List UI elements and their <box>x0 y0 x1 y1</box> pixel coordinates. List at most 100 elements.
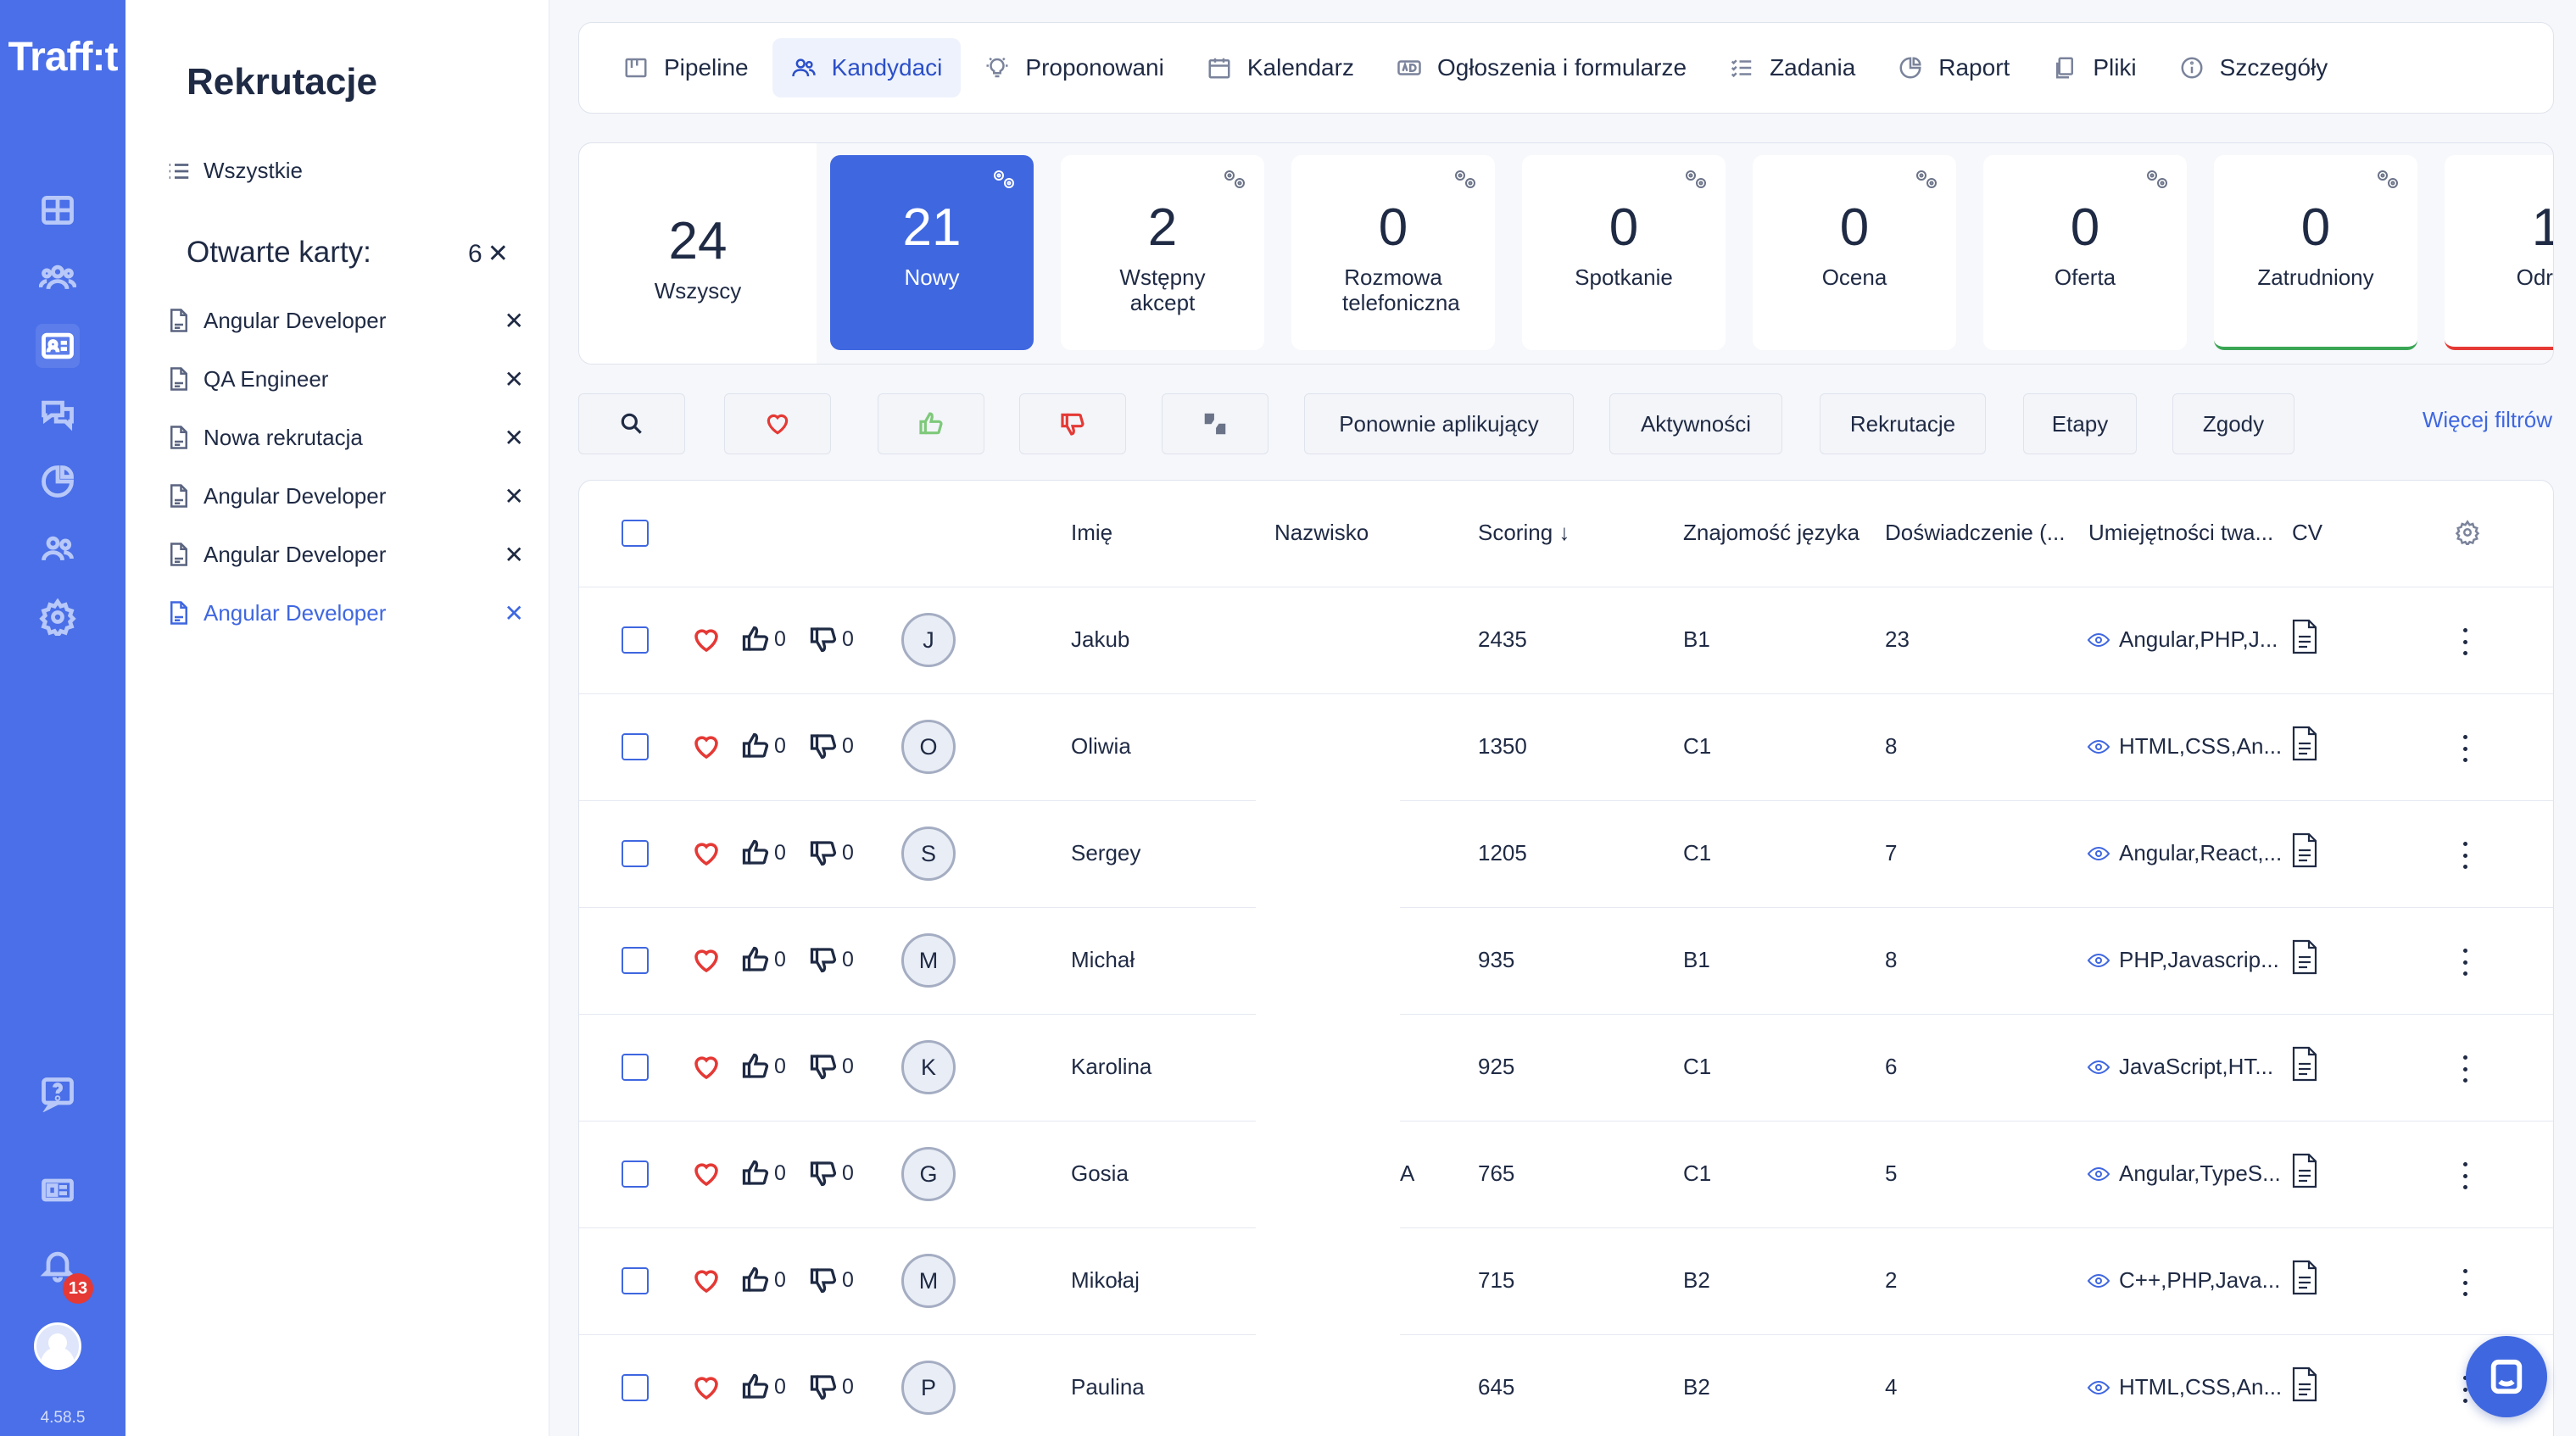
row-checkbox[interactable] <box>622 1374 649 1401</box>
tab-pipeline[interactable]: Pipeline <box>605 38 767 97</box>
table-row[interactable]: 0 0 O Oliwia 1350 C1 8 HTML,CSS,An... <box>579 694 2553 801</box>
table-row[interactable]: 0 0 K Karolina 925 C1 6 JavaScript,HT... <box>579 1015 2553 1122</box>
messages-icon[interactable] <box>36 392 80 436</box>
candidate-avatar[interactable]: O <box>901 720 956 774</box>
automation-gears-icon[interactable] <box>2373 167 2400 191</box>
help-icon[interactable] <box>36 1071 80 1116</box>
col-language[interactable]: Znajomość języka <box>1683 520 1860 546</box>
row-checkbox[interactable] <box>622 947 649 974</box>
automation-gears-icon[interactable] <box>2143 167 2170 191</box>
table-row[interactable]: 0 0 G Gosia A 765 C1 5 Angular,TypeS... <box>579 1122 2553 1228</box>
thumbs-up-button[interactable]: 0 <box>740 1050 786 1083</box>
table-row[interactable]: 0 0 J Jakub 2435 B1 23 Angular,PHP,J... <box>579 587 2553 694</box>
automation-gears-icon[interactable] <box>1912 167 1939 191</box>
thumbs-down-button[interactable]: 0 <box>808 1371 854 1403</box>
favorite-heart-icon[interactable] <box>691 945 722 976</box>
activities-filter-button[interactable]: Aktywności <box>1609 393 1782 454</box>
close-tab-icon[interactable]: ✕ <box>505 599 524 627</box>
reports-icon[interactable] <box>36 459 80 504</box>
thumbs-up-button[interactable]: 0 <box>740 837 786 869</box>
users-admin-icon[interactable] <box>36 527 80 571</box>
first-name-cell[interactable]: Gosia <box>1071 1160 1129 1187</box>
tab-lightbulb[interactable]: Proponowani <box>966 38 1182 97</box>
tab-users[interactable]: Kandydaci <box>772 38 962 97</box>
thumbs-up-filter-button[interactable] <box>878 393 984 454</box>
automation-gears-icon[interactable] <box>990 167 1017 191</box>
col-experience[interactable]: Doświadczenie (... <box>1885 520 2065 546</box>
table-row[interactable]: 0 0 P Paulina 645 B2 4 HTML,CSS,An... <box>579 1335 2553 1436</box>
chat-widget-button[interactable] <box>2466 1336 2547 1417</box>
favorite-heart-icon[interactable] <box>691 1052 722 1083</box>
cv-document-icon[interactable] <box>2290 1152 2319 1189</box>
automation-gears-icon[interactable] <box>1451 167 1478 191</box>
stage-card[interactable]: 0 Rozmowa telefoniczna <box>1291 155 1495 350</box>
row-checkbox[interactable] <box>622 1267 649 1294</box>
team-icon[interactable] <box>36 256 80 300</box>
thumbs-up-button[interactable]: 0 <box>740 1157 786 1189</box>
cv-document-icon[interactable] <box>2290 938 2319 976</box>
candidate-avatar[interactable]: M <box>901 933 956 988</box>
row-checkbox[interactable] <box>622 1054 649 1081</box>
row-actions-menu-icon[interactable] <box>2460 838 2470 872</box>
thumbs-down-button[interactable]: 0 <box>808 1157 854 1189</box>
skills-cell[interactable]: JavaScript,HT... <box>2087 1054 2273 1080</box>
thumbs-down-filter-button[interactable] <box>1019 393 1126 454</box>
cv-document-icon[interactable] <box>2290 725 2319 762</box>
first-name-cell[interactable]: Paulina <box>1071 1374 1145 1400</box>
thumbs-up-button[interactable]: 0 <box>740 623 786 655</box>
skills-cell[interactable]: Angular,TypeS... <box>2087 1160 2281 1187</box>
candidate-avatar[interactable]: P <box>901 1361 956 1415</box>
tab-info[interactable]: Szczegóły <box>2161 38 2347 97</box>
first-name-cell[interactable]: Sergey <box>1071 840 1140 866</box>
row-actions-menu-icon[interactable] <box>2460 625 2470 659</box>
skills-cell[interactable]: Angular,PHP,J... <box>2087 626 2278 653</box>
first-name-cell[interactable]: Jakub <box>1071 626 1129 653</box>
reapplying-filter-button[interactable]: Ponownie aplikujący <box>1304 393 1574 454</box>
sidebar-item-recruitment[interactable]: Nowa rekrutacja ✕ <box>168 420 524 454</box>
row-actions-menu-icon[interactable] <box>2460 1266 2470 1300</box>
favorites-filter-button[interactable] <box>724 393 831 454</box>
favorite-heart-icon[interactable] <box>691 1159 722 1189</box>
row-actions-menu-icon[interactable] <box>2460 945 2470 979</box>
recruitments-filter-button[interactable]: Rekrutacje <box>1820 393 1986 454</box>
last-name-cell[interactable]: A <box>1400 1160 1414 1187</box>
candidate-avatar[interactable]: M <box>901 1254 956 1308</box>
automation-gears-icon[interactable] <box>1220 167 1247 191</box>
thumbs-up-button[interactable]: 0 <box>740 1264 786 1296</box>
cv-document-icon[interactable] <box>2290 832 2319 869</box>
tab-checklist[interactable]: Zadania <box>1710 38 1874 97</box>
first-name-cell[interactable]: Oliwia <box>1071 733 1131 760</box>
thumbs-up-button[interactable]: 0 <box>740 943 786 976</box>
favorite-heart-icon[interactable] <box>691 1266 722 1296</box>
row-actions-menu-icon[interactable] <box>2460 1159 2470 1193</box>
select-all-checkbox[interactable] <box>622 520 649 547</box>
cv-document-icon[interactable] <box>2290 618 2319 655</box>
thumbs-down-button[interactable]: 0 <box>808 1264 854 1296</box>
sidebar-item-recruitment[interactable]: Angular Developer ✕ <box>168 479 524 513</box>
settings-icon[interactable] <box>36 595 80 639</box>
tab-chart[interactable]: Raport <box>1879 38 2028 97</box>
stage-card[interactable]: 24 Wszyscy <box>579 143 817 364</box>
close-tab-icon[interactable]: ✕ <box>505 541 524 569</box>
table-row[interactable]: 0 0 S Sergey 1205 C1 7 Angular,React,... <box>579 801 2553 908</box>
favorite-heart-icon[interactable] <box>691 838 722 869</box>
skills-cell[interactable]: HTML,CSS,An... <box>2087 1374 2282 1400</box>
row-actions-menu-icon[interactable] <box>2460 1052 2470 1086</box>
mixed-votes-filter-button[interactable] <box>1162 393 1268 454</box>
consents-filter-button[interactable]: Zgody <box>2172 393 2294 454</box>
favorite-heart-icon[interactable] <box>691 732 722 762</box>
thumbs-down-button[interactable]: 0 <box>808 1050 854 1083</box>
candidate-avatar[interactable]: J <box>901 613 956 667</box>
row-checkbox[interactable] <box>622 733 649 760</box>
favorite-heart-icon[interactable] <box>691 625 722 655</box>
first-name-cell[interactable]: Mikołaj <box>1071 1267 1140 1294</box>
stages-filter-button[interactable]: Etapy <box>2023 393 2137 454</box>
close-tab-icon[interactable]: ✕ <box>505 307 524 335</box>
sidebar-item-recruitment[interactable]: Angular Developer ✕ <box>168 303 524 337</box>
col-scoring[interactable]: Scoring ↓ <box>1478 520 1570 546</box>
stage-card[interactable]: 0 Oferta <box>1983 155 2187 350</box>
close-tab-icon[interactable]: ✕ <box>505 482 524 510</box>
first-name-cell[interactable]: Karolina <box>1071 1054 1151 1080</box>
favorite-heart-icon[interactable] <box>691 1372 722 1403</box>
app-logo[interactable]: Traff:t <box>0 34 125 81</box>
